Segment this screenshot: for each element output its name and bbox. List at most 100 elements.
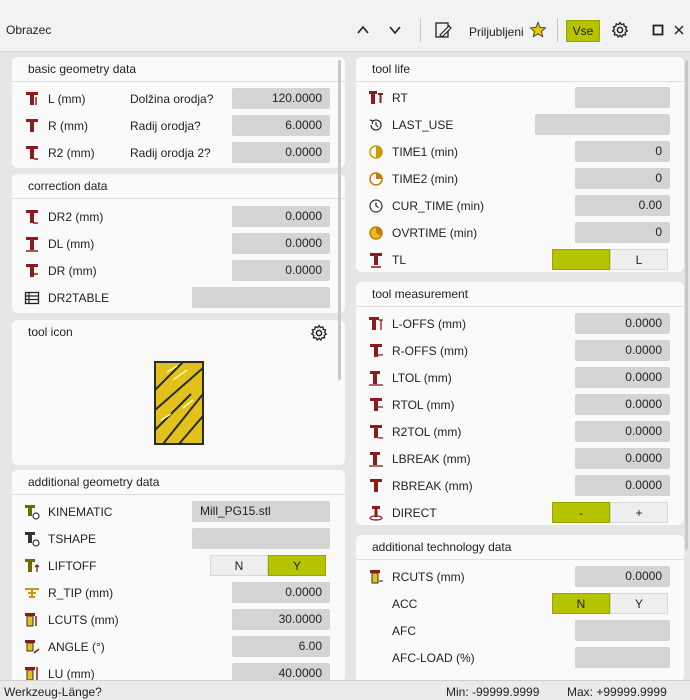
correction-row-dr2: DR2 (mm) 0.0000 [12,203,345,230]
rbreak-row: RBREAK (mm) 0.0000 [356,472,684,499]
r-offset-icon [370,344,383,357]
settings-button[interactable] [608,17,632,43]
cur-time-value-input[interactable]: 0.00 [575,195,670,216]
field-label: R2 (mm) [48,146,95,160]
lcuts-icon [25,613,37,627]
status-max: Max: +99999.9999 [567,685,667,699]
additional-tech-panel: additional technology data RCUTS (mm) 0.… [356,535,684,682]
edit-form-button[interactable] [430,17,456,43]
acc-option-n[interactable]: N [552,593,610,614]
tool-measurement-title: tool measurement [356,282,684,307]
angle-value-input[interactable]: 6.00 [232,636,330,657]
r-tip-icon [25,588,39,598]
acc-toggle: N Y [552,593,668,614]
all-button[interactable]: Vse [566,20,600,42]
chevron-down-button[interactable] [382,17,408,43]
time2-value-input[interactable]: 0 [575,168,670,189]
maximize-icon [652,24,664,36]
acc-option-y[interactable]: Y [610,593,668,614]
field-label: DR (mm) [48,264,97,278]
field-label: RCUTS (mm) [392,570,465,584]
field-description: Dolžina orodja? [130,92,214,106]
chevron-up-button[interactable] [350,17,376,43]
liftoff-icon [25,559,40,572]
favorites-label[interactable]: Priljubljeni [469,25,524,39]
direct-option-plus[interactable]: + [610,502,668,523]
direct-row: DIRECT - + [356,499,684,525]
dr2-value-input[interactable]: 0.0000 [232,206,330,227]
table-icon [24,291,40,305]
angle-row: ANGLE (°) 6.00 [12,633,345,660]
right-scrollbar[interactable] [685,60,688,550]
correction-title: correction data [12,174,345,199]
field-label: TIME1 (min) [392,145,458,159]
afc-load-value-input[interactable] [575,647,670,668]
status-min: Min: -99999.9999 [446,685,540,699]
rt-value-input[interactable] [575,87,670,108]
rcuts-value-input[interactable]: 0.0000 [575,566,670,587]
ovrtime-value-input[interactable]: 0 [575,222,670,243]
tl-option-locked[interactable] [552,249,610,270]
dl-value-input[interactable]: 0.0000 [232,233,330,254]
tshape-value-input[interactable] [192,528,330,549]
r-tip-value-input[interactable]: 0.0000 [232,582,330,603]
radius2-tolerance-icon [370,425,383,439]
l-value-input[interactable]: 120.0000 [232,88,330,109]
lcuts-value-input[interactable]: 30.0000 [232,609,330,630]
rcuts-row: RCUTS (mm) 0.0000 [356,563,684,590]
liftoff-option-n[interactable]: N [210,555,268,576]
field-label: LTOL (mm) [392,371,452,385]
tool-icon-settings-button[interactable] [310,324,328,345]
favorites-star-button[interactable] [528,17,548,43]
geometry-row-r: R (mm) Radij orodja? 6.0000 [12,112,345,139]
liftoff-option-y[interactable]: Y [268,555,326,576]
tool-icon-title: tool icon [12,320,345,345]
time1-value-input[interactable]: 0 [575,141,670,162]
field-label: LIFTOFF [48,559,97,573]
rtol-value-input[interactable]: 0.0000 [575,394,670,415]
r2tol-value-input[interactable]: 0.0000 [575,421,670,442]
geometry-row-l: L (mm) Dolžina orodja? 120.0000 [12,85,345,112]
field-label: TIME2 (min) [392,172,458,186]
l-offs-value-input[interactable]: 0.0000 [575,313,670,334]
kinematic-icon [25,505,40,520]
left-scrollbar[interactable] [338,60,341,380]
field-label: L (mm) [48,92,86,106]
field-label: DR2TABLE [48,291,110,305]
lu-row: LU (mm) 40.0000 [12,660,345,682]
field-label: RTOL (mm) [392,398,455,412]
field-label: AFC-LOAD (%) [392,651,475,665]
field-label: TSHAPE [48,532,97,546]
ltol-value-input[interactable]: 0.0000 [575,367,670,388]
time2-row: TIME2 (min) 0 [356,165,684,192]
liftoff-row: LIFTOFF N Y [12,552,345,579]
afc-value-input[interactable] [575,620,670,641]
toolbar-divider [420,18,421,42]
kinematic-value-input[interactable]: Mill_PG15.stl [192,501,330,522]
l-offset-icon [369,317,383,330]
tool-radius-icon [26,119,38,132]
field-label: ACC [392,597,418,611]
dr-value-input[interactable]: 0.0000 [232,260,330,281]
status-prompt: Werkzeug-Länge? [4,685,102,699]
last-use-value-input[interactable] [535,114,670,135]
maximize-button[interactable] [650,17,666,43]
r-offs-value-input[interactable]: 0.0000 [575,340,670,361]
angle-icon [25,640,40,654]
last-use-row: LAST_USE [356,111,684,138]
r-value-input[interactable]: 6.0000 [232,115,330,136]
field-description: Radij orodja? [130,119,201,133]
lbreak-value-input[interactable]: 0.0000 [575,448,670,469]
rbreak-value-input[interactable]: 0.0000 [575,475,670,496]
dr2table-value-input[interactable] [192,287,330,308]
tool-measurement-panel: tool measurement L-OFFS (mm) 0.0000 R-OF… [356,282,684,525]
kinematic-row: KINEMATIC Mill_PG15.stl [12,498,345,525]
field-label: OVRTIME (min) [392,226,478,240]
star-icon [529,21,547,38]
acc-row: ACC N Y [356,590,684,617]
additional-tech-title: additional technology data [356,535,684,560]
direct-option-minus[interactable]: - [552,502,610,523]
close-button[interactable] [672,17,686,43]
r2-value-input[interactable]: 0.0000 [232,142,330,163]
tl-option-l[interactable]: L [610,249,668,270]
